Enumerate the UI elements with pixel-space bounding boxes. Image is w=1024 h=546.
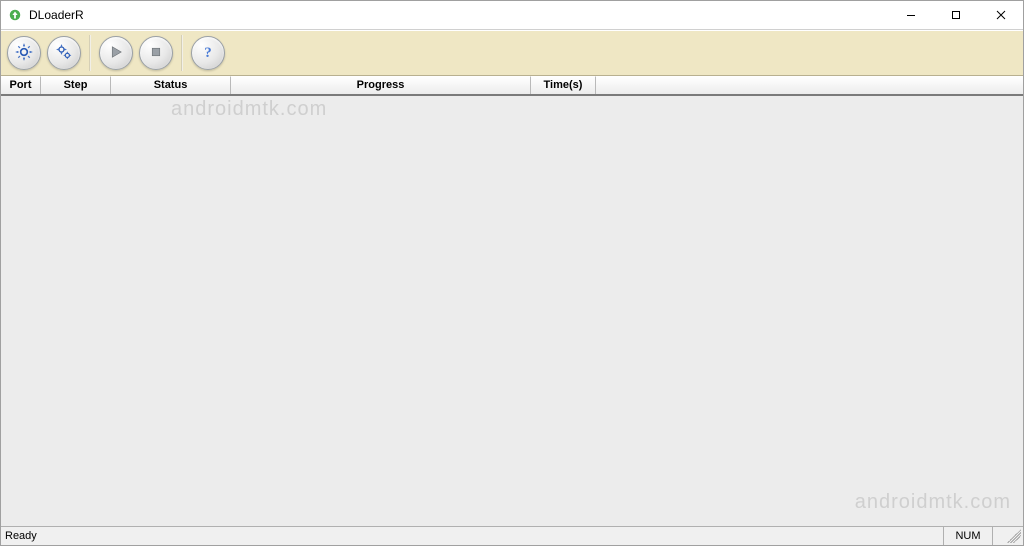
window-title: DLoaderR	[29, 8, 84, 22]
config-button[interactable]	[47, 36, 81, 70]
toolbar-separator	[181, 35, 183, 71]
maximize-button[interactable]	[933, 1, 978, 29]
toolbar-separator	[89, 35, 91, 71]
column-header-filler	[596, 76, 1023, 94]
gears-icon	[54, 42, 74, 65]
column-header-status[interactable]: Status	[111, 76, 231, 94]
watermark: androidmtk.com	[855, 491, 1011, 514]
app-icon	[7, 7, 23, 23]
help-button[interactable]: ?	[191, 36, 225, 70]
titlebar: DLoaderR	[1, 1, 1023, 30]
column-headers: Port Step Status Progress Time(s)	[1, 76, 1023, 96]
close-button[interactable]	[978, 1, 1023, 29]
column-header-time[interactable]: Time(s)	[531, 76, 596, 94]
app-window: DLoaderR	[0, 0, 1024, 546]
watermark: androidmtk.com	[171, 98, 327, 121]
start-button[interactable]	[99, 36, 133, 70]
status-bar: Ready NUM	[1, 526, 1023, 545]
gear-icon	[14, 42, 34, 65]
grid-body[interactable]: androidmtk.com androidmtk.com	[1, 96, 1023, 526]
svg-text:?: ?	[204, 45, 212, 61]
minimize-button[interactable]	[888, 1, 933, 29]
resize-grip-icon[interactable]	[1007, 529, 1021, 543]
column-header-progress[interactable]: Progress	[231, 76, 531, 94]
window-controls	[888, 1, 1023, 29]
numlock-indicator: NUM	[943, 527, 993, 545]
stop-button[interactable]	[139, 36, 173, 70]
play-icon	[107, 43, 125, 64]
column-header-step[interactable]: Step	[41, 76, 111, 94]
help-icon: ?	[198, 42, 218, 65]
column-header-port[interactable]: Port	[1, 76, 41, 94]
status-text: Ready	[1, 530, 37, 542]
stop-icon	[147, 43, 165, 64]
toolbar: ?	[1, 30, 1023, 76]
settings-button[interactable]	[7, 36, 41, 70]
